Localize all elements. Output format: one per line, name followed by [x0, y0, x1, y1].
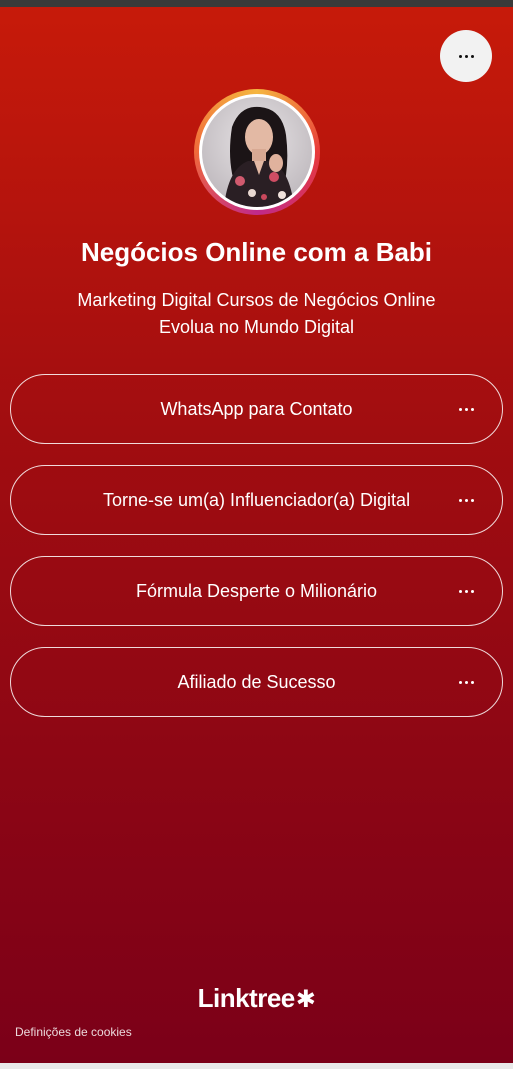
share-button[interactable]: [440, 30, 492, 82]
browser-top-bar: [0, 0, 513, 7]
link-button-formula[interactable]: Fórmula Desperte o Milionário: [10, 556, 503, 626]
browser-bottom-bar: [0, 1063, 513, 1069]
profile-photo: [202, 97, 312, 207]
asterisk-icon: ✱: [295, 986, 316, 1013]
link-button-whatsapp[interactable]: WhatsApp para Contato: [10, 374, 503, 444]
linktree-page: Negócios Online com a Babi Marketing Dig…: [0, 7, 513, 1063]
link-label: WhatsApp para Contato: [160, 398, 353, 419]
more-horizontal-icon: [458, 589, 474, 593]
link-menu-button[interactable]: [454, 579, 478, 603]
link-list: WhatsApp para Contato Torne-se um(a) Inf…: [10, 374, 503, 738]
link-menu-button[interactable]: [454, 670, 478, 694]
link-label: Afiliado de Sucesso: [177, 671, 336, 692]
bio-line-1: Marketing Digital Cursos de Negócios Onl…: [77, 290, 436, 310]
more-horizontal-icon: [458, 407, 474, 411]
more-horizontal-icon: [458, 498, 474, 502]
link-menu-button[interactable]: [454, 397, 478, 421]
more-horizontal-icon: [458, 54, 474, 58]
link-label: Torne-se um(a) Influenciador(a) Digital: [102, 489, 411, 510]
linktree-logo[interactable]: Linktree✱: [0, 983, 513, 1014]
page-title: Negócios Online com a Babi: [80, 237, 433, 267]
more-horizontal-icon: [458, 680, 474, 684]
link-button-afiliado[interactable]: Afiliado de Sucesso: [10, 647, 503, 717]
logo-text: Linktree: [197, 983, 296, 1013]
avatar: [194, 89, 320, 215]
profile-bio: Marketing Digital Cursos de Negócios Onl…: [40, 287, 473, 341]
bio-line-2: Evolua no Mundo Digital: [158, 317, 355, 337]
link-menu-button[interactable]: [454, 488, 478, 512]
cookie-settings-link[interactable]: Definições de cookies: [15, 1025, 132, 1039]
link-label: Fórmula Desperte o Milionário: [135, 580, 378, 601]
link-button-influenciador[interactable]: Torne-se um(a) Influenciador(a) Digital: [10, 465, 503, 535]
